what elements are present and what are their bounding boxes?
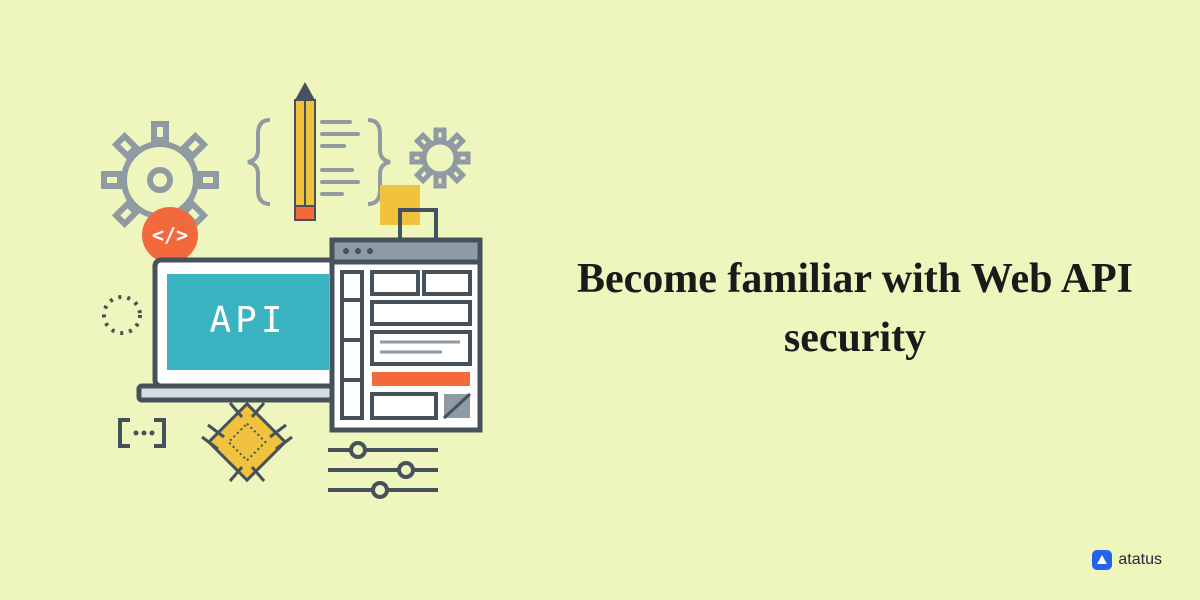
api-illustration: </> xyxy=(100,80,500,500)
text-lines-icon xyxy=(322,122,358,194)
svg-text:API: API xyxy=(209,300,286,341)
brand-logo-icon xyxy=(1092,550,1112,570)
brand-name: atatus xyxy=(1118,551,1162,569)
sliders-icon xyxy=(328,443,438,497)
browser-window-icon xyxy=(332,240,480,430)
dotted-circle-icon xyxy=(104,297,140,333)
brand-lockup: atatus xyxy=(1092,550,1162,570)
laptop-icon: API xyxy=(139,260,357,400)
curly-brace-left-icon xyxy=(248,120,270,204)
page-headline: Become familiar with Web API security xyxy=(575,250,1135,368)
svg-text:</>: </> xyxy=(152,223,188,247)
pencil-icon xyxy=(295,82,315,220)
chip-icon xyxy=(202,403,292,481)
brackets-icon xyxy=(120,420,164,446)
code-badge-icon: </> xyxy=(142,207,198,263)
